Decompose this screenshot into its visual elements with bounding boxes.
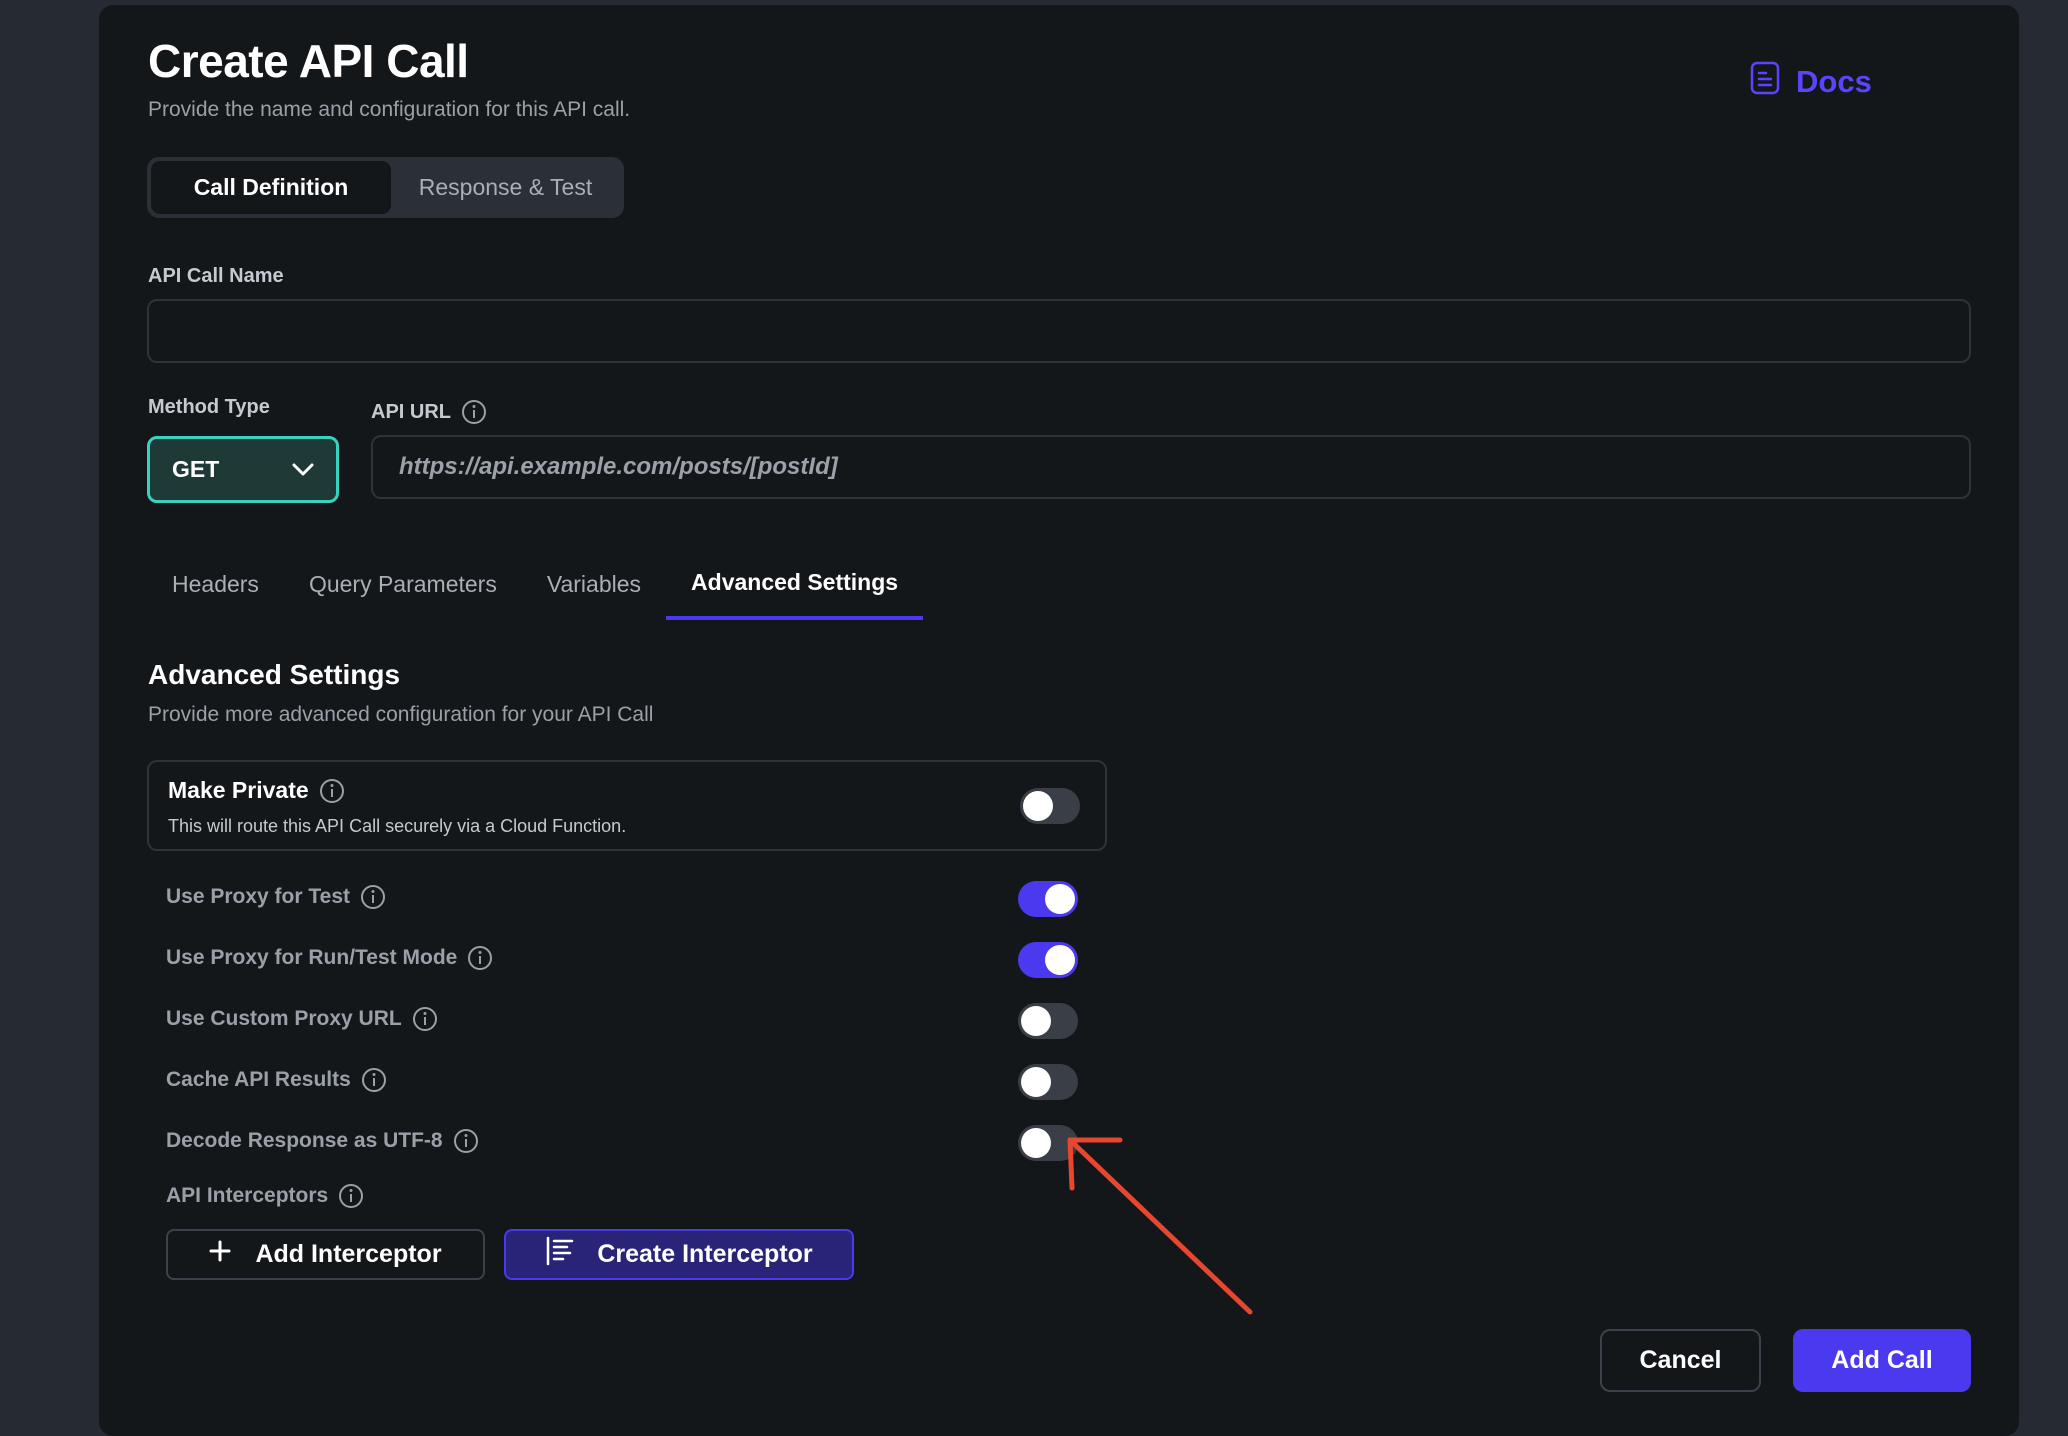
setting-row-use-proxy-test: Use Proxy for Test: [166, 884, 386, 910]
toggle-knob: [1045, 945, 1075, 975]
custom-proxy-toggle[interactable]: [1018, 1003, 1078, 1039]
setting-label: Use Custom Proxy URL: [166, 1007, 402, 1030]
info-icon[interactable]: [361, 1067, 387, 1093]
api-interceptors-label-row: API Interceptors: [166, 1183, 364, 1209]
toggle-knob: [1021, 1067, 1051, 1097]
setting-row-cache-results: Cache API Results: [166, 1067, 387, 1093]
page-title: Create API Call: [148, 35, 469, 87]
config-tabs: Headers Query Parameters Variables Advan…: [147, 548, 924, 620]
api-call-name-input[interactable]: [147, 299, 1971, 363]
toggle-knob: [1023, 791, 1053, 821]
toggle-knob: [1045, 884, 1075, 914]
method-type-label: Method Type: [148, 396, 270, 418]
api-url-label: API URL: [371, 400, 451, 423]
cancel-button[interactable]: Cancel: [1600, 1329, 1761, 1392]
use-proxy-test-toggle[interactable]: [1018, 881, 1078, 917]
tab-headers[interactable]: Headers: [147, 548, 284, 620]
annotation-arrow-icon: [1067, 1137, 1253, 1315]
tab-call-definition[interactable]: Call Definition: [151, 161, 391, 214]
tab-query-parameters[interactable]: Query Parameters: [284, 548, 522, 620]
toggle-knob: [1021, 1128, 1051, 1158]
make-private-card: Make Private This will route this API Ca…: [147, 760, 1107, 851]
api-url-input-wrapper: [371, 435, 1971, 499]
use-proxy-run-toggle[interactable]: [1018, 942, 1078, 978]
create-interceptor-label: Create Interceptor: [597, 1240, 813, 1268]
add-call-button[interactable]: Add Call: [1793, 1329, 1971, 1392]
advanced-settings-subtitle: Provide more advanced configuration for …: [148, 703, 654, 726]
setting-row-use-proxy-run: Use Proxy for Run/Test Mode: [166, 945, 493, 971]
setting-row-decode-utf8: Decode Response as UTF-8: [166, 1128, 479, 1154]
chevron-down-icon: [292, 456, 314, 483]
info-icon[interactable]: [360, 884, 386, 910]
plus-icon: [209, 1240, 231, 1269]
tab-advanced-settings[interactable]: Advanced Settings: [666, 548, 924, 620]
toggle-knob: [1021, 1006, 1051, 1036]
setting-label: Decode Response as UTF-8: [166, 1129, 443, 1152]
advanced-settings-title: Advanced Settings: [148, 659, 401, 690]
document-icon: [1750, 61, 1780, 103]
method-type-dropdown[interactable]: GET: [147, 436, 339, 503]
setting-label: Cache API Results: [166, 1068, 351, 1091]
make-private-label: Make Private: [168, 777, 309, 803]
add-interceptor-button[interactable]: Add Interceptor: [166, 1229, 485, 1280]
info-icon[interactable]: [412, 1006, 438, 1032]
api-call-name-label: API Call Name: [148, 265, 284, 287]
info-icon[interactable]: [453, 1128, 479, 1154]
make-private-toggle[interactable]: [1020, 788, 1080, 824]
page-subtitle: Provide the name and configuration for t…: [148, 98, 631, 121]
interceptor-list-icon: [545, 1236, 575, 1273]
info-icon[interactable]: [319, 778, 345, 804]
method-type-value: GET: [172, 456, 220, 482]
setting-label: Use Proxy for Run/Test Mode: [166, 946, 458, 969]
api-url-input[interactable]: [399, 453, 1969, 481]
info-icon[interactable]: [461, 399, 487, 425]
make-private-description: This will route this API Call securely v…: [168, 816, 627, 836]
setting-label: Use Proxy for Test: [166, 885, 351, 908]
api-interceptors-label: API Interceptors: [166, 1184, 329, 1207]
docs-label: Docs: [1796, 64, 1872, 99]
make-private-label-row: Make Private: [168, 777, 345, 804]
tab-response-test[interactable]: Response & Test: [391, 161, 620, 214]
info-icon[interactable]: [467, 945, 493, 971]
add-interceptor-label: Add Interceptor: [255, 1240, 442, 1268]
docs-link[interactable]: Docs: [1750, 61, 1872, 103]
definition-segmented-control: Call Definition Response & Test: [147, 157, 624, 218]
api-url-label-row: API URL: [371, 399, 487, 425]
info-icon[interactable]: [338, 1183, 364, 1209]
tab-variables[interactable]: Variables: [522, 548, 666, 620]
cache-results-toggle[interactable]: [1018, 1064, 1078, 1100]
setting-row-custom-proxy: Use Custom Proxy URL: [166, 1006, 438, 1032]
create-interceptor-button[interactable]: Create Interceptor: [504, 1229, 854, 1280]
